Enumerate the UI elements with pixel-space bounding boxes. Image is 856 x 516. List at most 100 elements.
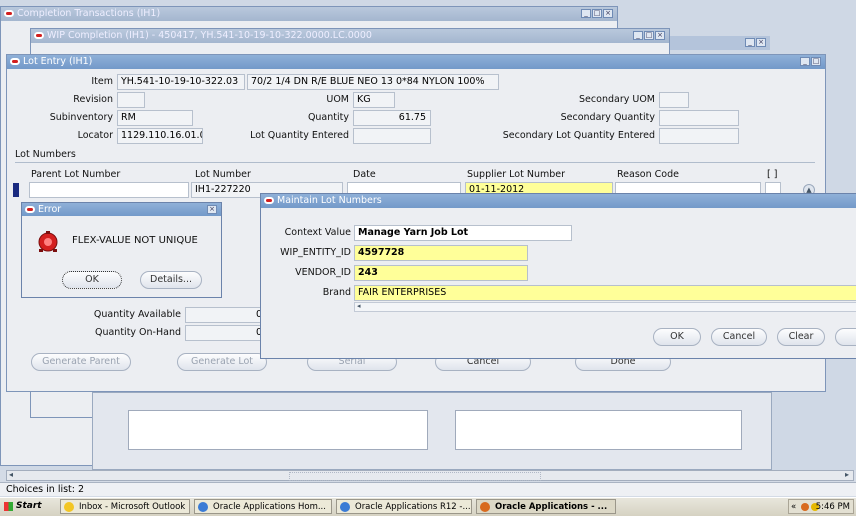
- subinventory-label: Subinventory: [49, 112, 113, 123]
- item-description-field[interactable]: 70/2 1/4 DN R/E BLUE NEO 13 0*84 NYLON 1…: [247, 74, 499, 90]
- vendor-id-label: VENDOR_ID: [295, 267, 351, 278]
- java-icon: [480, 502, 490, 512]
- lot-entry-title: Lot Entry (IH1): [23, 56, 93, 67]
- lot-quantity-entered-field[interactable]: [353, 128, 431, 144]
- secondary-lot-quantity-entered-field[interactable]: [659, 128, 739, 144]
- start-button[interactable]: Start: [2, 499, 50, 514]
- minimize-button[interactable]: _: [800, 57, 810, 66]
- system-tray: « 5:46 PM: [788, 499, 854, 514]
- current-record-indicator: [13, 183, 19, 197]
- uom-field[interactable]: KG: [353, 92, 395, 108]
- maintain-lot-numbers-dialog: Maintain Lot Numbers Context Value Manag…: [260, 193, 856, 359]
- wip-entity-id-label: WIP_ENTITY_ID: [280, 247, 351, 258]
- minimize-button[interactable]: _: [745, 38, 755, 47]
- error-details-button[interactable]: Details...: [140, 271, 202, 289]
- quantity-on-hand-field: 0: [185, 325, 267, 341]
- oracle-icon: [264, 197, 274, 204]
- background-text-box-right: [455, 410, 742, 450]
- subinventory-field[interactable]: RM: [117, 110, 193, 126]
- minimize-button[interactable]: _: [633, 31, 643, 40]
- oracle-icon: [4, 10, 14, 17]
- status-text: Choices in list: 2: [6, 484, 85, 495]
- secondary-uom-label: Secondary UOM: [579, 94, 655, 105]
- main-horizontal-scrollbar[interactable]: ◂ ▸: [6, 470, 854, 481]
- quantity-field[interactable]: 61.75: [353, 110, 431, 126]
- scrollbar-thumb[interactable]: [289, 472, 541, 481]
- generate-lot-button[interactable]: Generate Lot: [177, 353, 267, 371]
- minimize-button[interactable]: _: [581, 9, 591, 18]
- secondary-lot-quantity-entered-label: Secondary Lot Quantity Entered: [502, 130, 655, 141]
- internet-explorer-icon: [198, 502, 208, 512]
- close-button[interactable]: ×: [207, 205, 217, 214]
- quantity-label: Quantity: [307, 112, 349, 123]
- brand-field[interactable]: FAIR ENTERPRISES: [354, 285, 856, 301]
- context-value-field[interactable]: Manage Yarn Job Lot: [354, 225, 572, 241]
- item-label: Item: [91, 76, 113, 87]
- lot-quantity-entered-label: Lot Quantity Entered: [250, 130, 349, 141]
- error-message: FLEX-VALUE NOT UNIQUE: [72, 235, 198, 246]
- maintain-dialog-title: Maintain Lot Numbers: [277, 195, 382, 206]
- column-header-parent-lot-number: Parent Lot Number: [31, 169, 121, 180]
- wip-window-title: WIP Completion (IH1) - 450417, YH.541-10…: [47, 30, 372, 41]
- locator-field[interactable]: 1129.110.16.01.0: [117, 128, 203, 144]
- completion-window-title: Completion Transactions (IH1): [17, 8, 161, 19]
- java-tray-icon[interactable]: [801, 503, 809, 511]
- secondary-quantity-field[interactable]: [659, 110, 739, 126]
- clock: 5:46 PM: [815, 502, 850, 512]
- taskbar-item-oracle-applications[interactable]: Oracle Applications - ...: [476, 499, 616, 514]
- scroll-left-icon[interactable]: ◂: [357, 302, 361, 310]
- error-ok-button[interactable]: OK: [62, 271, 122, 289]
- maintain-extra-button[interactable]: [835, 328, 856, 346]
- lot-numbers-section-label: Lot Numbers: [15, 149, 76, 160]
- alarm-bell-icon: [36, 229, 60, 253]
- section-divider: [15, 162, 815, 163]
- column-header-lot-number: Lot Number: [195, 169, 251, 180]
- internet-explorer-icon: [340, 502, 350, 512]
- maintain-cancel-button[interactable]: Cancel: [711, 328, 767, 346]
- secondary-quantity-label: Secondary Quantity: [560, 112, 655, 123]
- scroll-right-icon[interactable]: ▸: [845, 470, 849, 479]
- windows-taskbar: Start Inbox - Microsoft Outlook Oracle A…: [0, 497, 856, 516]
- quantity-on-hand-label: Quantity On-Hand: [94, 327, 181, 338]
- locator-label: Locator: [77, 130, 113, 141]
- close-button[interactable]: ×: [655, 31, 665, 40]
- close-button[interactable]: ×: [756, 38, 766, 47]
- context-value-label: Context Value: [284, 227, 351, 238]
- oracle-icon: [34, 32, 44, 39]
- maximize-button[interactable]: □: [644, 31, 654, 40]
- vendor-id-field[interactable]: 243: [354, 265, 528, 281]
- maximize-button[interactable]: □: [592, 9, 602, 18]
- oracle-icon: [10, 58, 20, 65]
- uom-label: UOM: [326, 94, 349, 105]
- close-button[interactable]: ×: [603, 9, 613, 18]
- generate-parent-button[interactable]: Generate Parent: [31, 353, 131, 371]
- wip-entity-id-field[interactable]: 4597728: [354, 245, 528, 261]
- horizontal-scrollbar[interactable]: ◂: [354, 302, 856, 312]
- status-bar: Choices in list: 2: [0, 482, 856, 496]
- oracle-icon: [25, 206, 35, 213]
- secondary-uom-field[interactable]: [659, 92, 689, 108]
- column-header-date: Date: [353, 169, 376, 180]
- scroll-left-icon[interactable]: ◂: [9, 470, 13, 479]
- maximize-button[interactable]: □: [811, 57, 821, 66]
- column-header-reason-code: Reason Code: [617, 169, 679, 180]
- background-window-titlebar: _ ×: [670, 36, 770, 50]
- brand-label: Brand: [322, 287, 351, 298]
- taskbar-item-oracle-r12[interactable]: Oracle Applications R12 -...: [336, 499, 472, 514]
- background-text-box-left: [128, 410, 428, 450]
- show-hidden-icons-icon[interactable]: «: [791, 500, 796, 514]
- item-field[interactable]: YH.541-10-19-10-322.03: [117, 74, 245, 90]
- column-header-descriptive-flex: [ ]: [767, 169, 778, 180]
- parent-lot-number-field[interactable]: [29, 182, 189, 198]
- error-dialog: Error × FLEX-VALUE NOT UNIQUE OK Details…: [21, 202, 222, 298]
- outlook-icon: [64, 502, 74, 512]
- taskbar-item-outlook[interactable]: Inbox - Microsoft Outlook: [60, 499, 190, 514]
- error-dialog-title: Error: [38, 204, 62, 215]
- windows-logo-icon: [4, 502, 13, 511]
- taskbar-item-oracle-home[interactable]: Oracle Applications Hom...: [194, 499, 332, 514]
- quantity-available-field: 0: [185, 307, 267, 323]
- maintain-clear-button[interactable]: Clear: [777, 328, 825, 346]
- column-header-supplier-lot-number: Supplier Lot Number: [467, 169, 566, 180]
- revision-field[interactable]: [117, 92, 145, 108]
- maintain-ok-button[interactable]: OK: [653, 328, 701, 346]
